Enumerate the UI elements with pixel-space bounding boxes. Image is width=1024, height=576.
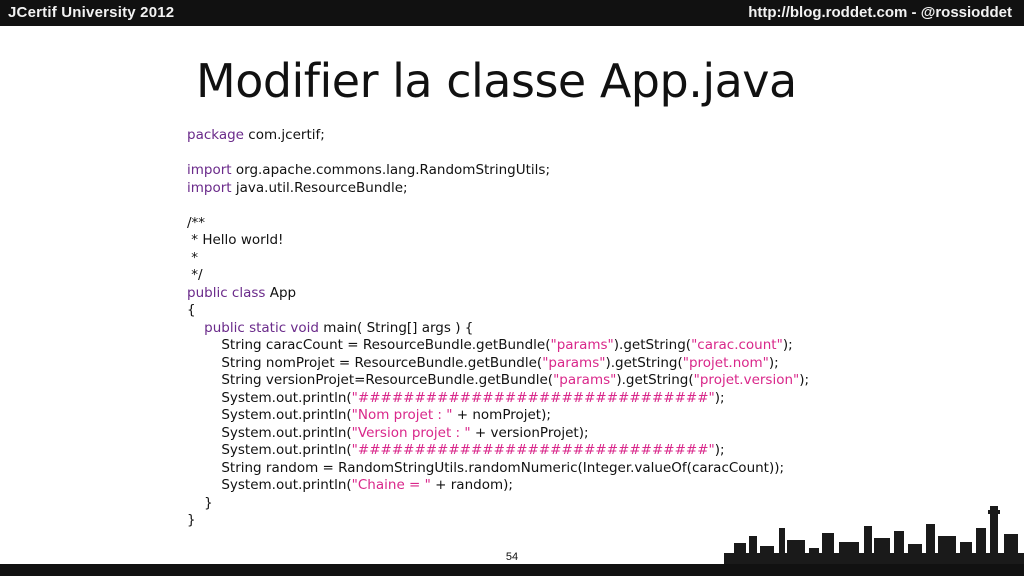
code-line: String nomProjet = ResourceBundle.getBun…: [187, 355, 809, 373]
code-text: ).getString(: [605, 354, 683, 371]
code-string: "Nom projet : ": [351, 407, 453, 423]
code-text: );: [799, 372, 810, 388]
code-text: }: [187, 494, 213, 511]
code-line: *: [187, 250, 809, 268]
code-text: + versionProjet);: [470, 424, 589, 441]
code-keyword: import: [187, 162, 232, 178]
code-line: }: [187, 495, 809, 513]
code-text: /**: [187, 214, 206, 231]
header-bar: JCertif University 2012 http://blog.rodd…: [0, 0, 1024, 26]
code-string: "params": [553, 372, 617, 388]
code-listing: package com.jcertif; import org.apache.c…: [187, 127, 809, 530]
code-text: com.jcertif;: [244, 127, 325, 143]
code-text: ).getString(: [613, 337, 692, 353]
code-text: );: [714, 442, 725, 458]
code-string: "projet.nom": [682, 354, 769, 371]
code-text: );: [768, 354, 779, 371]
code-keyword: import: [187, 179, 232, 196]
slide-title: Modifier la classe App.java: [196, 54, 797, 108]
code-line: System.out.println("####################…: [187, 442, 809, 460]
code-text: + random);: [430, 477, 513, 493]
code-string: "Version projet : ": [351, 424, 471, 441]
code-text: org.apache.commons.lang.RandomStringUtil…: [231, 162, 550, 178]
code-text: */: [187, 267, 203, 283]
code-keyword: public static void: [187, 319, 320, 336]
code-string: "###############################": [351, 442, 715, 458]
code-text: ).getString(: [616, 372, 694, 388]
code-text: *: [187, 249, 199, 266]
code-text: System.out.println(: [187, 407, 352, 423]
code-line: public class App: [187, 285, 809, 303]
code-text: + nomProjet);: [452, 407, 551, 423]
code-line: System.out.println("Version projet : " +…: [187, 425, 809, 443]
code-string: "projet.version": [693, 372, 800, 388]
code-keyword: package: [187, 127, 244, 143]
code-string: "params": [542, 354, 606, 371]
city-skyline-image: [724, 506, 1024, 568]
code-line: import org.apache.commons.lang.RandomStr…: [187, 162, 809, 180]
code-text: String caracCount = ResourceBundle.getBu…: [187, 337, 551, 353]
code-line: public static void main( String[] args )…: [187, 320, 809, 338]
code-text: String random = RandomStringUtils.random…: [187, 459, 785, 476]
code-line: String versionProjet=ResourceBundle.getB…: [187, 372, 809, 390]
event-title: JCertif University 2012: [8, 4, 175, 21]
code-text: System.out.println(: [187, 424, 352, 441]
code-text: }: [187, 512, 196, 528]
code-text: App: [265, 284, 297, 301]
code-line: System.out.println("####################…: [187, 390, 809, 408]
code-text: System.out.println(: [187, 442, 352, 458]
code-line: System.out.println("Chaine = " + random)…: [187, 477, 809, 495]
code-line: package com.jcertif;: [187, 127, 809, 145]
code-line: import java.util.ResourceBundle;: [187, 180, 809, 198]
code-text: System.out.println(: [187, 477, 352, 493]
code-line: */: [187, 267, 809, 285]
code-line: /**: [187, 215, 809, 233]
code-string: "params": [550, 337, 614, 353]
code-text: String nomProjet = ResourceBundle.getBun…: [187, 354, 543, 371]
code-line: * Hello world!: [187, 232, 809, 250]
code-line: String random = RandomStringUtils.random…: [187, 460, 809, 478]
code-keyword: public class: [187, 284, 266, 301]
code-text: main( String[] args ) {: [319, 319, 474, 336]
code-line: System.out.println("Nom projet : " + nom…: [187, 407, 809, 425]
code-text: {: [187, 302, 196, 318]
code-line: {: [187, 302, 809, 320]
code-string: "###############################": [351, 389, 715, 406]
code-line: String caracCount = ResourceBundle.getBu…: [187, 337, 809, 355]
code-text: String versionProjet=ResourceBundle.getB…: [187, 372, 554, 388]
blog-link[interactable]: http://blog.roddet.com - @rossioddet: [748, 4, 1012, 21]
code-text: );: [714, 389, 725, 406]
footer-bar: [0, 564, 1024, 576]
code-text: java.util.ResourceBundle;: [231, 179, 408, 196]
code-string: "Chaine = ": [351, 477, 431, 493]
code-text: System.out.println(: [187, 389, 352, 406]
code-line: }: [187, 512, 809, 530]
code-text: );: [782, 337, 793, 353]
code-string: "carac.count": [691, 337, 783, 353]
code-text: * Hello world!: [187, 232, 284, 248]
